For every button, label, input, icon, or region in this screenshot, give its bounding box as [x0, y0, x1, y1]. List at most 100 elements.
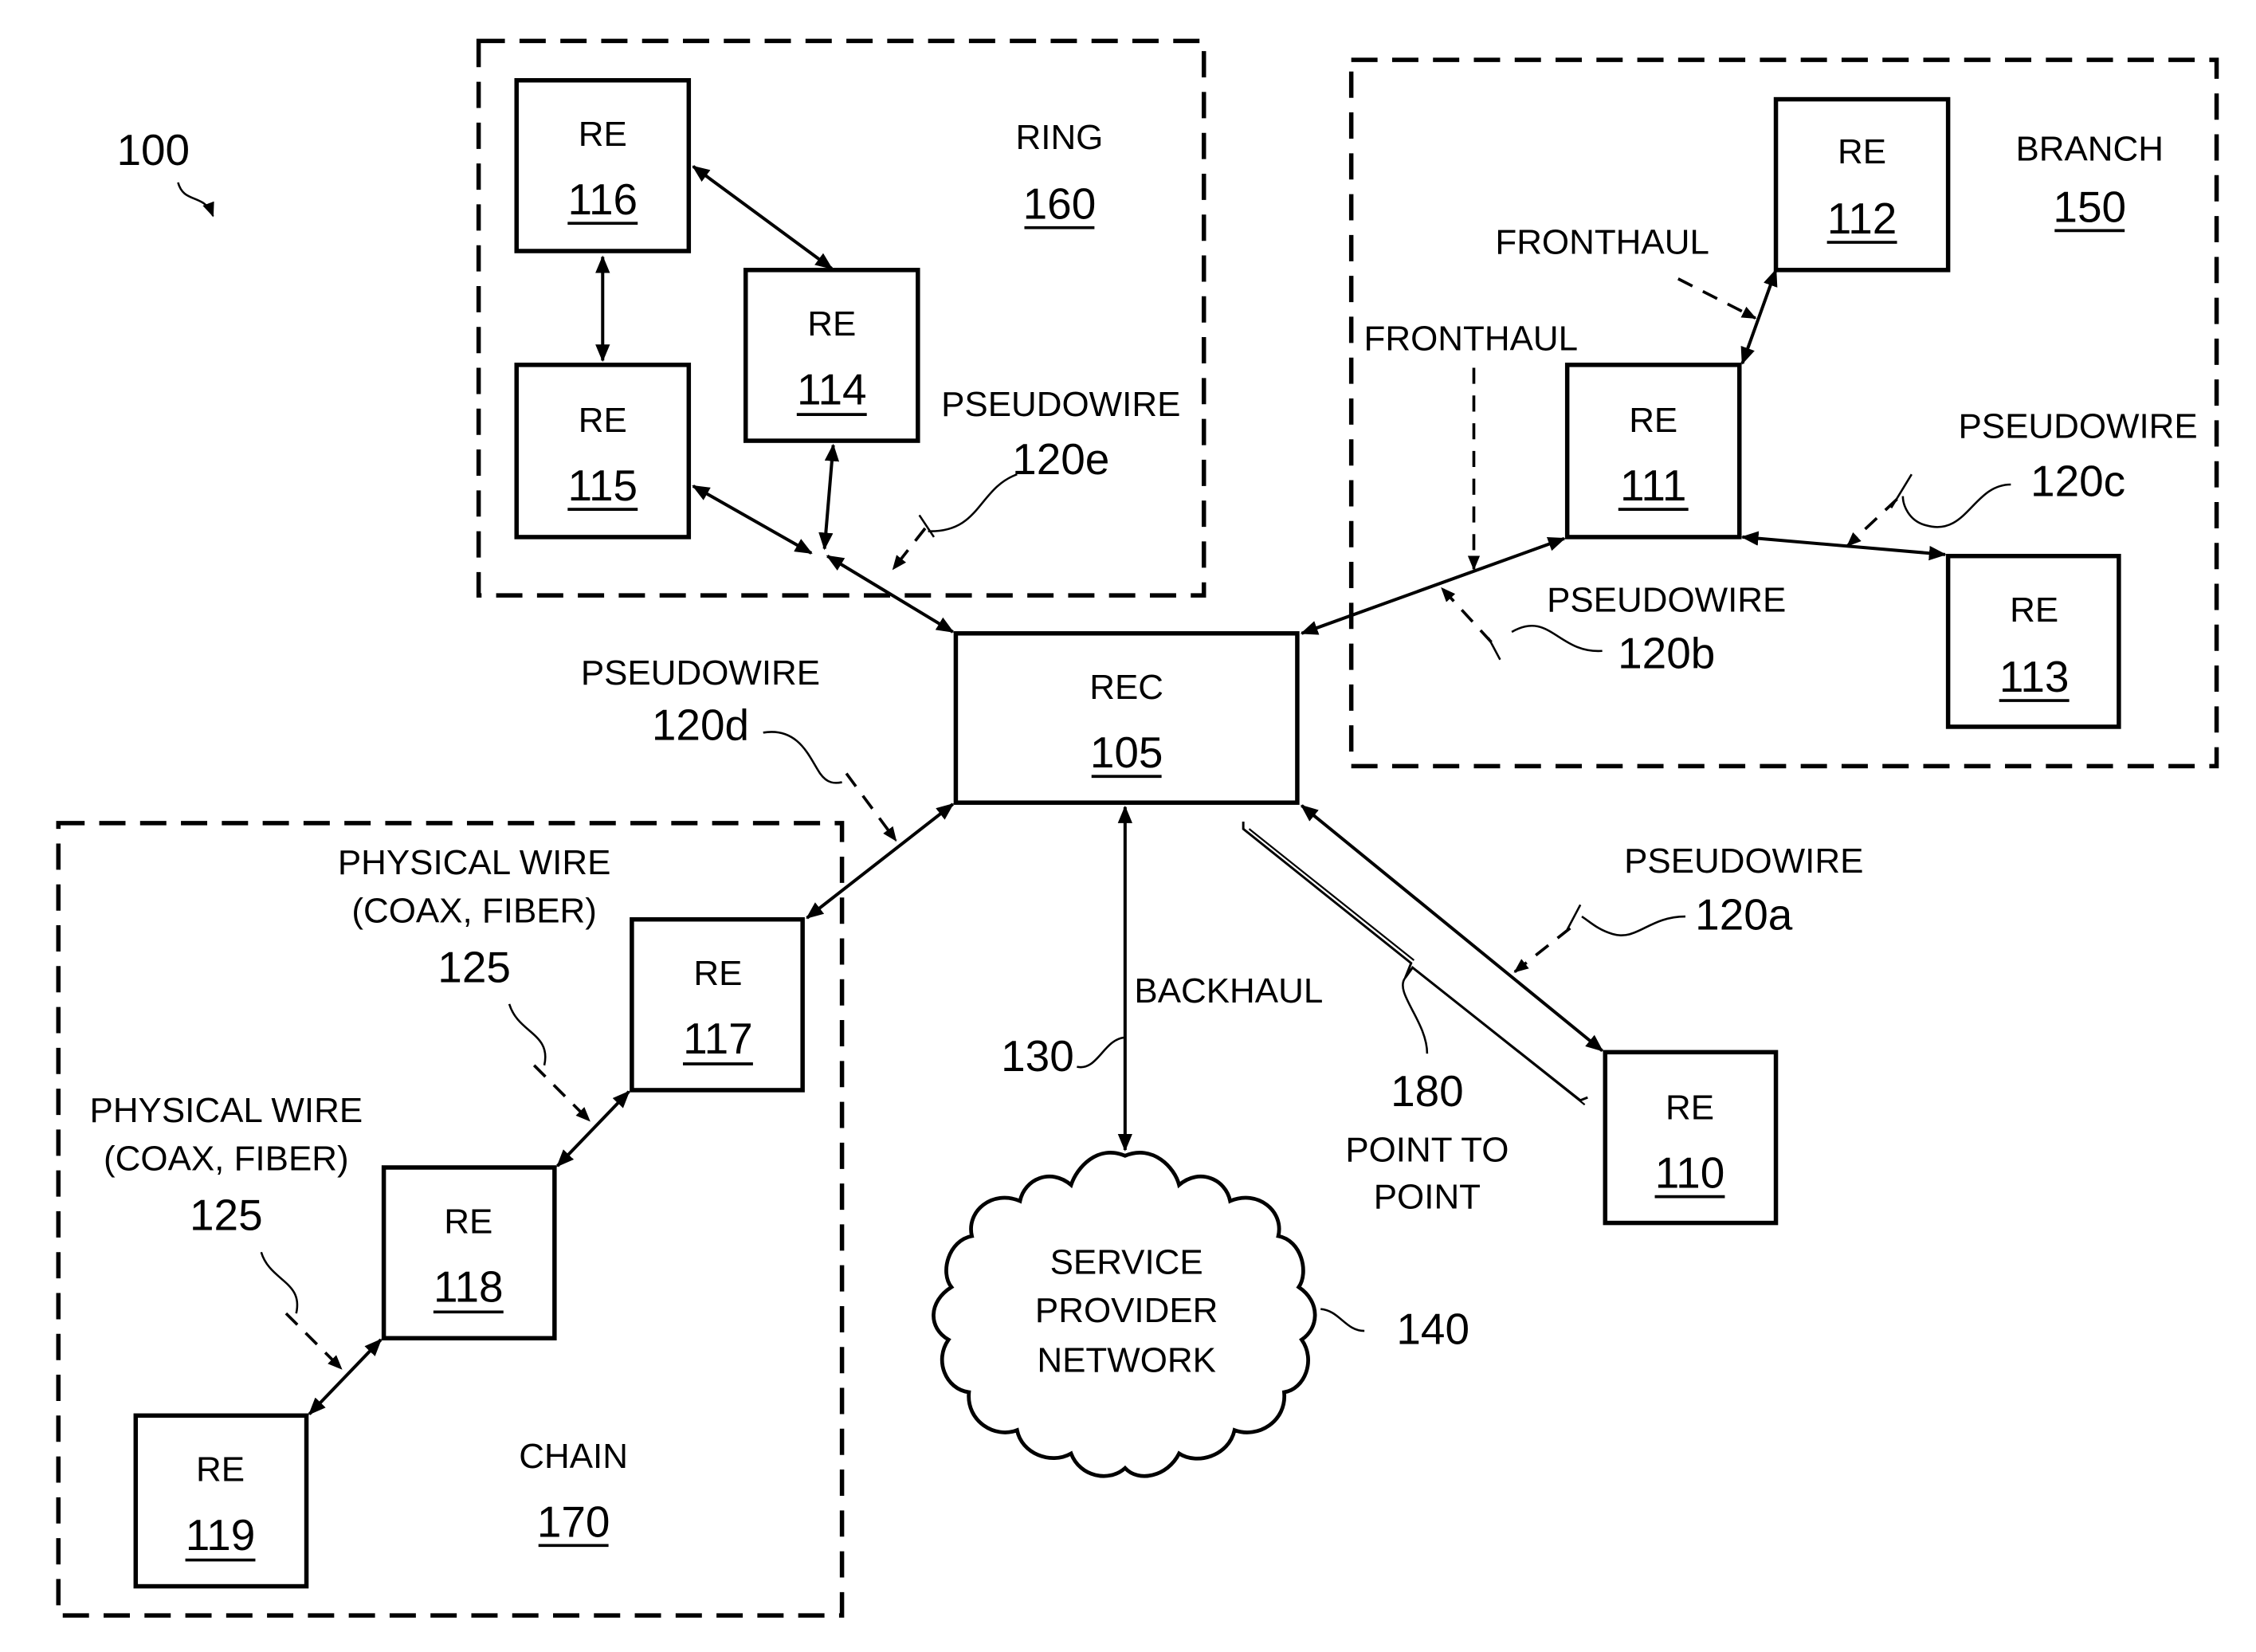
node-ref: 118 [434, 1262, 504, 1311]
node-re-115[interactable]: RE 115 [514, 363, 692, 540]
node-re-111[interactable]: RE 111 [1564, 363, 1742, 540]
pw-d-pointer [845, 772, 897, 842]
pw-e-pointer [892, 527, 927, 571]
chain-label: CHAIN [519, 1437, 628, 1476]
node-re-118[interactable]: RE 118 [381, 1165, 557, 1340]
node-re-117[interactable]: RE 117 [630, 916, 805, 1093]
pw-c-leader [1901, 483, 2011, 528]
node-re-119[interactable]: RE 119 [133, 1413, 309, 1589]
node-label: RE [2010, 591, 2058, 630]
chain-ref: 170 [537, 1497, 610, 1546]
link-rec-111 [1300, 536, 1566, 635]
fronthaul-upper-pointer [1677, 277, 1757, 320]
pw-b-ref: 120b [1618, 629, 1715, 678]
physical-wire-lower-ref: 125 [190, 1191, 263, 1240]
node-re-112[interactable]: RE 112 [1773, 96, 1951, 273]
pw-c-ref: 120c [2030, 457, 2125, 506]
node-label: RE [196, 1450, 245, 1489]
pw-c-pointer [1846, 497, 1898, 547]
p2p-leader [1402, 977, 1429, 1054]
branch-ref: 150 [2053, 182, 2126, 231]
physical-wire-upper-pointer [532, 1064, 591, 1122]
cloud-line-1: SERVICE [1050, 1243, 1203, 1282]
node-label: RE [579, 115, 627, 154]
node-label: RE [444, 1202, 492, 1241]
node-label: RE [693, 954, 742, 993]
node-label: RE [1838, 132, 1886, 171]
link-rec-110 [1300, 804, 1604, 1053]
backhaul-label: BACKHAUL [1134, 971, 1323, 1010]
node-label: RE [579, 401, 627, 440]
pw-d-ref: 120d [652, 700, 749, 749]
node-ref: 105 [1090, 728, 1163, 777]
fronthaul-upper-label: FRONTHAUL [1495, 223, 1709, 262]
node-ref: 112 [1827, 194, 1897, 243]
node-ref: 113 [1999, 652, 2070, 701]
pw-a-label: PSEUDOWIRE [1624, 842, 1863, 881]
link-114-hub [818, 443, 840, 551]
backhaul-ref: 130 [1001, 1031, 1074, 1081]
ring-ref: 160 [1023, 179, 1097, 229]
pw-c-label: PSEUDOWIRE [1958, 406, 2197, 445]
node-ref: 110 [1655, 1148, 1725, 1198]
physical-wire-upper-sublabel: (COAX, FIBER) [351, 891, 597, 930]
pw-d-leader [763, 731, 842, 784]
pw-a-pointer [1513, 927, 1571, 974]
physical-wire-lower-leader [260, 1251, 299, 1314]
link-116-114 [692, 165, 834, 270]
network-diagram: 100 RING 160 BRANCH 150 CHAIN 170 PSEUDO… [56, 38, 2219, 1618]
node-ref: 117 [683, 1014, 753, 1063]
p2p-ref: 180 [1391, 1066, 1464, 1116]
pw-b-leader [1511, 625, 1603, 653]
p2p-label-line1: POINT TO [1345, 1131, 1509, 1170]
link-111-113 [1740, 531, 1947, 561]
cloud-line-2: PROVIDER [1035, 1291, 1218, 1330]
physical-wire-lower-sublabel: (COAX, FIBER) [104, 1140, 349, 1179]
physical-wire-lower-label: PHYSICAL WIRE [90, 1091, 363, 1130]
cloud-ref: 140 [1396, 1305, 1469, 1354]
node-re-113[interactable]: RE 113 [1945, 553, 2121, 729]
cloud-leader [1320, 1308, 1365, 1332]
link-115-hub [692, 485, 813, 555]
figure-ref-label: 100 [116, 125, 190, 175]
node-label: RE [1666, 1089, 1714, 1128]
pw-e-leader [928, 473, 1018, 532]
pw-a-tick [1566, 904, 1582, 931]
node-label: RE [1629, 401, 1677, 440]
node-label: REC [1089, 668, 1163, 707]
branch-label: BRANCH [2015, 129, 2164, 168]
node-re-114[interactable]: RE 114 [743, 268, 920, 443]
physical-wire-upper-label: PHYSICAL WIRE [338, 843, 611, 882]
physical-wire-upper-ref: 125 [437, 942, 511, 991]
figure-ref-arrow-icon [177, 182, 214, 218]
pw-a-ref: 120a [1695, 890, 1793, 940]
pw-a-leader [1581, 915, 1686, 936]
node-ref: 119 [186, 1510, 256, 1560]
link-117-118 [556, 1090, 630, 1167]
node-re-110[interactable]: RE 110 [1603, 1050, 1779, 1226]
node-ref: 114 [797, 364, 867, 414]
physical-wire-lower-pointer [284, 1312, 343, 1370]
node-ref: 116 [567, 175, 638, 224]
ring-label: RING [1016, 118, 1104, 157]
service-provider-cloud: SERVICE PROVIDER NETWORK [932, 1151, 1317, 1478]
node-rec[interactable]: REC 105 [953, 631, 1300, 805]
link-111-112 [1740, 269, 1778, 365]
pw-d-label: PSEUDOWIRE [581, 653, 820, 693]
node-ref: 111 [1620, 461, 1686, 510]
physical-wire-upper-leader [508, 1003, 547, 1066]
cloud-line-3: NETWORK [1037, 1340, 1216, 1379]
backhaul-leader [1077, 1036, 1124, 1069]
fronthaul-lower-label: FRONTHAUL [1364, 320, 1579, 359]
point-to-point-link [1242, 822, 1588, 1106]
node-ref: 115 [567, 461, 638, 510]
p2p-label-line2: POINT [1374, 1177, 1481, 1216]
link-118-119 [308, 1338, 383, 1415]
node-re-116[interactable]: RE 116 [514, 78, 692, 253]
pw-b-label: PSEUDOWIRE [1547, 580, 1786, 619]
pw-b-pointer [1440, 587, 1493, 644]
pw-e-label: PSEUDOWIRE [941, 385, 1180, 424]
figure-ref: 100 [116, 125, 214, 218]
pw-e-ref: 120e [1012, 434, 1109, 484]
node-label: RE [807, 304, 856, 343]
